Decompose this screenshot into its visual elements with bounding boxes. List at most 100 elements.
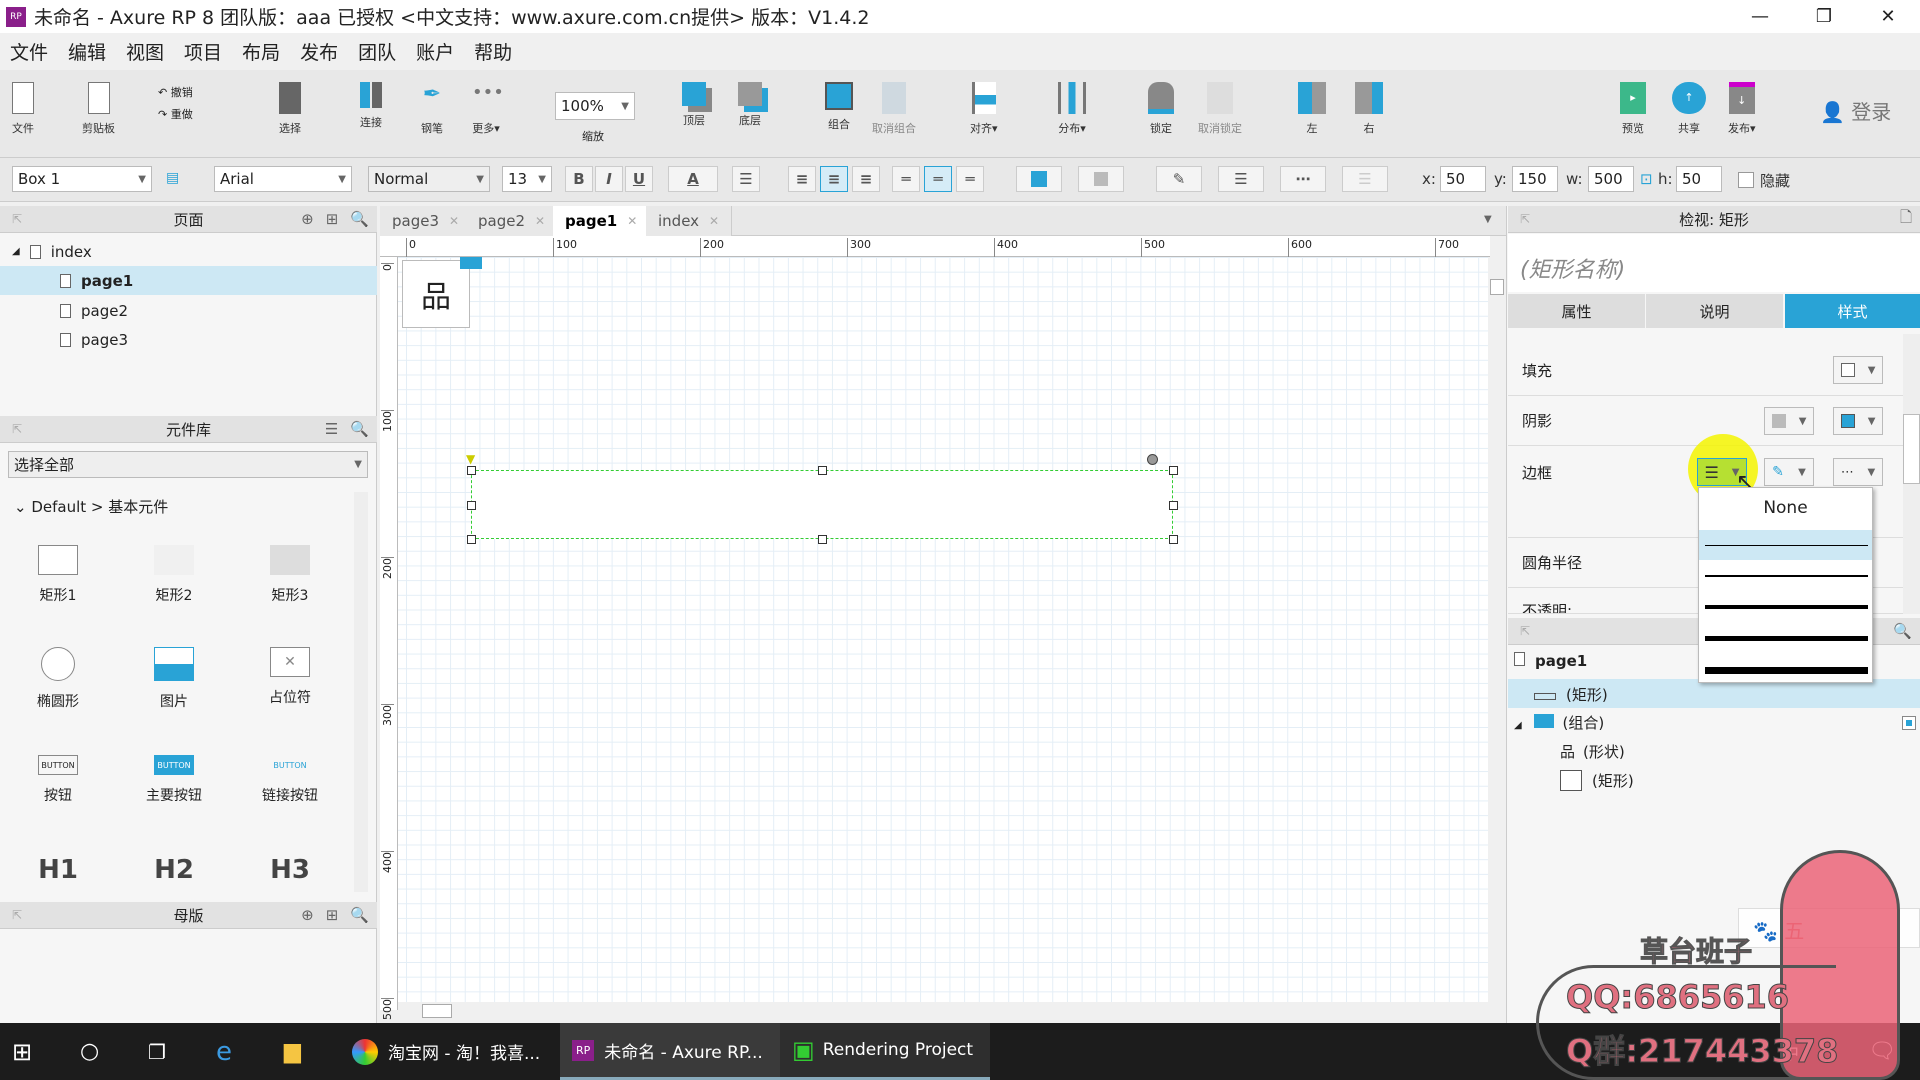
add-folder-icon[interactable]: ⊞ bbox=[326, 210, 339, 228]
bring-front-button[interactable]: 顶层 bbox=[682, 82, 706, 128]
inner-shadow-picker[interactable]: ▼ bbox=[1833, 407, 1883, 435]
close-tab-icon[interactable]: ✕ bbox=[709, 214, 719, 228]
lock-ratio-icon[interactable]: ⊡ bbox=[1640, 170, 1653, 188]
underline-button[interactable]: U bbox=[625, 166, 653, 192]
distribute-button[interactable]: 分布▾ bbox=[1058, 82, 1086, 136]
menu-account[interactable]: 账户 bbox=[406, 38, 464, 65]
outline-item-shape[interactable]: 品 (形状) bbox=[1560, 741, 1625, 762]
task-view-button[interactable]: ❐ bbox=[136, 1023, 204, 1080]
search-icon[interactable]: 🔍 bbox=[350, 210, 369, 228]
fill-color-button[interactable] bbox=[1016, 166, 1062, 192]
outline-item-group[interactable]: ◢ (组合) bbox=[1514, 712, 1604, 733]
vertical-scrollbar[interactable] bbox=[1488, 257, 1506, 1010]
library-group-header[interactable]: ⌄ Default > 基本元件 bbox=[14, 496, 168, 517]
resize-handle[interactable] bbox=[1169, 535, 1178, 544]
resize-handle[interactable] bbox=[467, 466, 476, 475]
library-select[interactable]: 选择全部 ▼ bbox=[8, 451, 368, 478]
tab-index[interactable]: index ✕ bbox=[646, 206, 733, 236]
widget-link-button[interactable]: BUTTON 链接按钮 bbox=[240, 755, 340, 805]
resize-handle[interactable] bbox=[1169, 466, 1178, 475]
widget-h3[interactable]: H3 bbox=[240, 855, 340, 885]
tab-page1[interactable]: page1 ✕ bbox=[553, 206, 651, 236]
maximize-button[interactable]: ❐ bbox=[1792, 0, 1856, 33]
resize-handle[interactable] bbox=[818, 535, 827, 544]
page-item-page2[interactable]: page2 bbox=[0, 296, 377, 325]
widget-button[interactable]: BUTTON 按钮 bbox=[8, 755, 108, 805]
thickness-option-2[interactable] bbox=[1705, 575, 1868, 577]
menu-publish[interactable]: 发布 bbox=[290, 38, 348, 65]
taskbar-item-taobao[interactable]: 淘宝网 - 淘！我喜... bbox=[340, 1023, 560, 1080]
share-button[interactable]: ↑ 共享 bbox=[1672, 82, 1706, 136]
widget-image[interactable]: 图片 bbox=[124, 647, 224, 711]
group-visibility-toggle[interactable] bbox=[1902, 716, 1916, 730]
search-icon[interactable]: 🔍 bbox=[350, 420, 369, 438]
tab-properties[interactable]: 属性 bbox=[1508, 294, 1645, 328]
tab-page2[interactable]: page2 ✕ bbox=[466, 206, 559, 236]
outline-item-rectangle[interactable]: (矩形) bbox=[1508, 679, 1920, 708]
align-left-button[interactable]: ≡ bbox=[788, 166, 816, 192]
unlock-button[interactable]: 取消锁定 bbox=[1198, 82, 1242, 136]
x-input[interactable]: 50 bbox=[1440, 166, 1486, 192]
file-button[interactable]: 文件 bbox=[12, 82, 34, 136]
taskbar-item-axure[interactable]: RP 未命名 - Axure RP... bbox=[560, 1023, 780, 1080]
tab-page3[interactable]: page3 ✕ bbox=[380, 206, 473, 236]
menu-view[interactable]: 视图 bbox=[116, 38, 174, 65]
pen-button[interactable]: ✒ 钢笔 bbox=[418, 82, 446, 136]
sitemap-icon[interactable]: 品 bbox=[402, 260, 470, 328]
border-pattern-button[interactable]: ⋯ bbox=[1280, 166, 1326, 192]
close-button[interactable]: ✕ bbox=[1856, 0, 1920, 33]
resize-handle[interactable] bbox=[1169, 501, 1178, 510]
search-button[interactable]: ○ bbox=[68, 1023, 136, 1080]
undo-button[interactable]: ↶ 撤销 bbox=[158, 84, 193, 100]
lock-button[interactable]: 锁定 bbox=[1148, 82, 1174, 136]
publish-button[interactable]: ↓ 发布▾ bbox=[1728, 82, 1756, 136]
widget-ellipse[interactable]: 椭圆形 bbox=[8, 647, 108, 711]
preview-button[interactable]: ▸ 预览 bbox=[1620, 82, 1646, 136]
thickness-option-5[interactable] bbox=[1705, 667, 1868, 674]
menu-file[interactable]: 文件 bbox=[0, 38, 58, 65]
menu-layout[interactable]: 布局 bbox=[232, 38, 290, 65]
hidden-checkbox[interactable] bbox=[1738, 172, 1754, 188]
selected-rectangle-widget[interactable] bbox=[471, 470, 1173, 539]
redo-button[interactable]: ↷ 重做 bbox=[158, 106, 193, 122]
resize-handle[interactable] bbox=[818, 466, 827, 475]
valign-middle-button[interactable]: ═ bbox=[924, 166, 952, 192]
border-color-picker[interactable]: ✎ ▼ bbox=[1764, 458, 1814, 486]
group-button[interactable]: 组合 bbox=[825, 82, 853, 132]
widget-h1[interactable]: H1 bbox=[8, 855, 108, 885]
minimize-button[interactable]: — bbox=[1728, 0, 1792, 33]
widget-rect1[interactable]: 矩形1 bbox=[8, 545, 108, 605]
zoom-select[interactable]: 100% ▼ bbox=[555, 92, 635, 120]
tab-style[interactable]: 样式 bbox=[1785, 294, 1920, 328]
add-page-icon[interactable]: ⊕ bbox=[301, 210, 314, 228]
border-thickness-button[interactable]: ☰ bbox=[1218, 166, 1264, 192]
page-item-page1[interactable]: page1 bbox=[0, 266, 377, 295]
page-item-page3[interactable]: page3 bbox=[0, 325, 377, 354]
widget-name-input[interactable]: (矩形名称) bbox=[1508, 234, 1920, 292]
page-tree-root[interactable]: ◢ index bbox=[0, 237, 377, 266]
close-tab-icon[interactable]: ✕ bbox=[535, 214, 545, 228]
ungroup-button[interactable]: 取消组合 bbox=[872, 82, 916, 136]
font-select[interactable]: Arial ▼ bbox=[214, 166, 352, 192]
menu-edit[interactable]: 编辑 bbox=[58, 38, 116, 65]
outline-item-rectangle-2[interactable]: (矩形) bbox=[1560, 770, 1634, 791]
widget-rect3[interactable]: 矩形3 bbox=[240, 545, 340, 605]
rotation-handle[interactable] bbox=[1147, 454, 1158, 465]
tab-notes[interactable]: 说明 bbox=[1646, 294, 1783, 328]
widget-placeholder[interactable]: ✕ 占位符 bbox=[240, 647, 340, 707]
clipboard-button[interactable]: 剪贴板 bbox=[82, 82, 115, 136]
search-icon[interactable]: 🔍 bbox=[350, 906, 369, 924]
horizontal-scrollbar[interactable] bbox=[398, 1002, 1488, 1020]
outer-shadow-picker[interactable]: ▼ bbox=[1764, 407, 1814, 435]
search-icon[interactable]: 🔍 bbox=[1893, 622, 1912, 640]
corner-radius-handle[interactable]: ▼ bbox=[466, 452, 475, 466]
valign-top-button[interactable]: ═ bbox=[892, 166, 920, 192]
library-scrollbar[interactable] bbox=[354, 492, 368, 892]
menu-team[interactable]: 团队 bbox=[348, 38, 406, 65]
valign-bottom-button[interactable]: ═ bbox=[956, 166, 984, 192]
design-canvas[interactable] bbox=[398, 257, 1488, 1010]
outline-page[interactable]: page1 bbox=[1514, 652, 1587, 670]
login-button[interactable]: 👤 登录 bbox=[1820, 96, 1891, 125]
bold-button[interactable]: B bbox=[565, 166, 593, 192]
font-color-button[interactable]: A bbox=[668, 166, 718, 192]
